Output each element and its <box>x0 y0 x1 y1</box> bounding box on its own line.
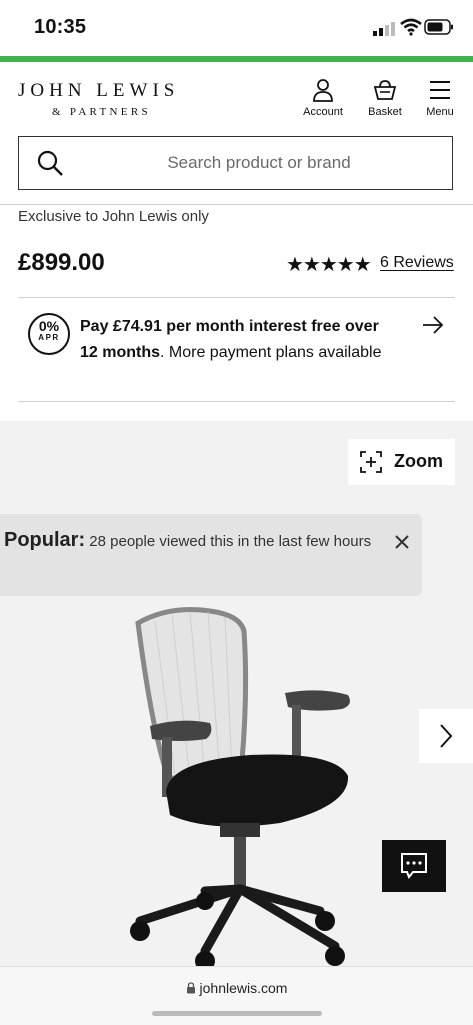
basket-icon <box>373 80 397 100</box>
divider <box>18 401 455 402</box>
menu-label: Menu <box>426 106 454 118</box>
hamburger-menu-icon <box>430 81 450 99</box>
chat-bubble-icon <box>401 853 427 879</box>
wifi-icon <box>400 18 422 36</box>
battery-icon <box>424 19 453 35</box>
popular-detail: 28 people viewed this in the last few ho… <box>85 533 372 550</box>
search-input[interactable] <box>79 137 439 189</box>
divider <box>0 204 473 205</box>
popular-label: Popular: <box>4 529 86 551</box>
next-image-button[interactable] <box>419 709 473 763</box>
office-chair-image <box>130 607 350 966</box>
browser-url-bar[interactable]: johnlewis.com <box>0 966 473 1025</box>
zoom-expand-icon <box>360 451 382 473</box>
cellular-signal-icon <box>373 22 395 36</box>
apr-percent: 0% <box>38 318 60 334</box>
search-icon[interactable] <box>37 150 63 176</box>
apr-label: APR <box>38 333 60 342</box>
zero-apr-badge-icon: 0% APR <box>28 313 70 355</box>
popular-banner: Popular: 28 people viewed this in the la… <box>0 514 422 596</box>
account-label: Account <box>303 106 343 118</box>
home-indicator[interactable] <box>152 1011 322 1016</box>
finance-offer-link[interactable]: Pay £74.91 per month interest free over … <box>80 314 390 366</box>
url-display[interactable]: johnlewis.com <box>0 980 473 996</box>
divider <box>18 297 455 298</box>
exclusive-note: Exclusive to John Lewis only <box>18 208 209 225</box>
arrow-right-icon[interactable] <box>421 314 445 336</box>
status-bar: 10:35 <box>0 0 473 56</box>
menu-button[interactable]: Menu <box>410 78 470 118</box>
finance-offer-rest: . More payment plans available <box>160 344 382 361</box>
search-box[interactable] <box>18 136 453 190</box>
basket-label: Basket <box>368 106 402 118</box>
status-time: 10:35 <box>34 16 87 38</box>
basket-button[interactable]: Basket <box>355 78 415 118</box>
lock-icon <box>186 982 195 994</box>
brand-logo-subline: & PARTNERS <box>52 106 151 118</box>
product-image-gallery[interactable]: Zoom Popular: 28 people viewed this in t… <box>0 421 473 966</box>
star-rating: ★★★★★ <box>286 254 372 276</box>
brand-logo[interactable]: JOHN LEWIS <box>18 80 179 102</box>
popular-message: Popular: 28 people viewed this in the la… <box>4 528 374 554</box>
url-text: johnlewis.com <box>199 980 288 996</box>
chat-button[interactable] <box>382 840 446 892</box>
zoom-button[interactable]: Zoom <box>348 439 455 485</box>
chevron-right-icon <box>440 724 453 748</box>
product-price: £899.00 <box>18 249 105 276</box>
account-icon <box>313 79 333 102</box>
zoom-label: Zoom <box>394 451 443 471</box>
brand-accent-bar <box>0 56 473 62</box>
reviews-link[interactable]: 6 Reviews <box>380 254 454 272</box>
account-button[interactable]: Account <box>293 78 353 118</box>
close-icon[interactable] <box>392 532 412 552</box>
